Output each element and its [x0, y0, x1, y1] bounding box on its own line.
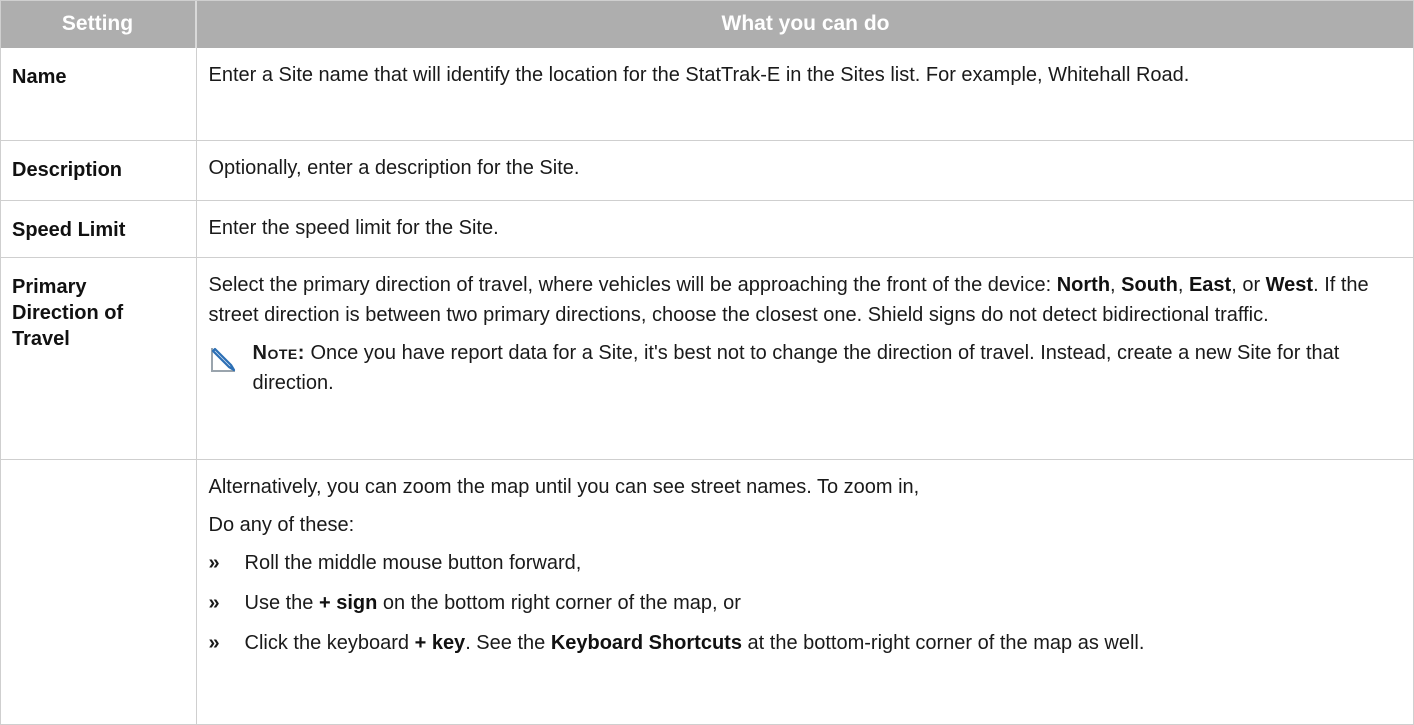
- setting-direction: Primary Direction of Travel: [0, 257, 196, 459]
- table-row-direction: Primary Direction of Travel Select the p…: [0, 257, 1414, 459]
- list-item: » Use the + sign on the bottom right cor…: [209, 588, 1403, 618]
- direction-north: North: [1056, 273, 1111, 296]
- bullet-3-bold: + key: [414, 631, 466, 654]
- setting-direction-line3: Travel: [12, 327, 70, 350]
- direction-comma2: ,: [1177, 273, 1189, 296]
- bullet-3-b: . See the: [465, 631, 551, 654]
- table-header-row: Setting What you can do: [0, 0, 1414, 48]
- note-label: Note:: [252, 341, 305, 364]
- setting-name: Name: [12, 66, 67, 88]
- zoom-intro: Alternatively, you can zoom the map unti…: [208, 475, 920, 498]
- table-row-name: Name Enter a Site name that will identif…: [0, 48, 1414, 140]
- note-box: Note: Once you have report data for a Si…: [209, 338, 1403, 398]
- description-direction: Select the primary direction of travel, …: [195, 257, 1414, 459]
- description-name: Enter a Site name that will identify the…: [195, 48, 1414, 140]
- bullet-3-c: at the bottom-right corner of the map as…: [741, 631, 1145, 654]
- direction-or: , or: [1231, 273, 1266, 296]
- bullet-text-2: Use the + sign on the bottom right corne…: [245, 588, 741, 618]
- bullet-text-1: Roll the middle mouse button forward,: [244, 551, 582, 574]
- note-text: Note: Once you have report data for a Si…: [253, 338, 1403, 398]
- table-row-zoom: Alternatively, you can zoom the map unti…: [0, 459, 1414, 725]
- bullet-3-bold2: Keyboard Shortcuts: [550, 631, 742, 654]
- direction-west: West: [1265, 273, 1314, 296]
- setting-direction-line2: Direction of: [12, 301, 124, 324]
- speed-text: Enter the speed limit for the Site.: [208, 216, 499, 239]
- header-what-you-can-do: What you can do: [721, 12, 890, 35]
- bullet-2-bold: + sign: [318, 591, 378, 614]
- direction-comma1: ,: [1110, 273, 1122, 296]
- setting-speed-limit: Speed Limit: [12, 218, 126, 241]
- setting-direction-line1: Primary: [12, 275, 87, 298]
- description-description: Optionally, enter a description for the …: [195, 140, 1414, 200]
- name-text: Enter a Site name that will identify the…: [208, 64, 1190, 86]
- list-item: » Click the keyboard + key. See the Keyb…: [209, 628, 1403, 658]
- setting-description: Description: [12, 158, 123, 181]
- bullet-2-a: Use the: [244, 591, 319, 614]
- description-text: Optionally, enter a description for the …: [208, 156, 580, 179]
- setting-zoom-empty: [0, 459, 196, 725]
- direction-east: East: [1188, 273, 1232, 296]
- direction-text-a: Select the primary direction of travel, …: [208, 273, 1057, 296]
- note-body: Once you have report data for a Site, it…: [252, 341, 1340, 394]
- bullet-2-b: on the bottom right corner of the map, o…: [377, 591, 741, 614]
- bullet-mark: »: [208, 591, 220, 614]
- description-zoom: Alternatively, you can zoom the map unti…: [195, 459, 1414, 725]
- list-item: » Roll the middle mouse button forward,: [209, 548, 1403, 578]
- settings-table: Setting What you can do Name Enter a Sit…: [0, 0, 1414, 725]
- direction-south: South: [1121, 273, 1178, 296]
- bullet-mark: »: [208, 551, 220, 574]
- description-speed-limit: Enter the speed limit for the Site.: [195, 200, 1414, 257]
- header-setting: Setting: [0, 0, 197, 48]
- bullet-3-a: Click the keyboard: [244, 631, 415, 654]
- bullet-mark: »: [208, 631, 220, 654]
- zoom-lead: Do any of these:: [208, 513, 355, 536]
- bullet-text-3: Click the keyboard + key. See the Keyboa…: [245, 628, 1145, 658]
- zoom-bullets: » Roll the middle mouse button forward, …: [209, 548, 1403, 658]
- table-row-description: Description Optionally, enter a descript…: [0, 140, 1414, 200]
- direction-text: Select the primary direction of travel, …: [209, 270, 1403, 330]
- note-pencil-icon: [210, 347, 235, 372]
- table-row-speed-limit: Speed Limit Enter the speed limit for th…: [0, 200, 1414, 257]
